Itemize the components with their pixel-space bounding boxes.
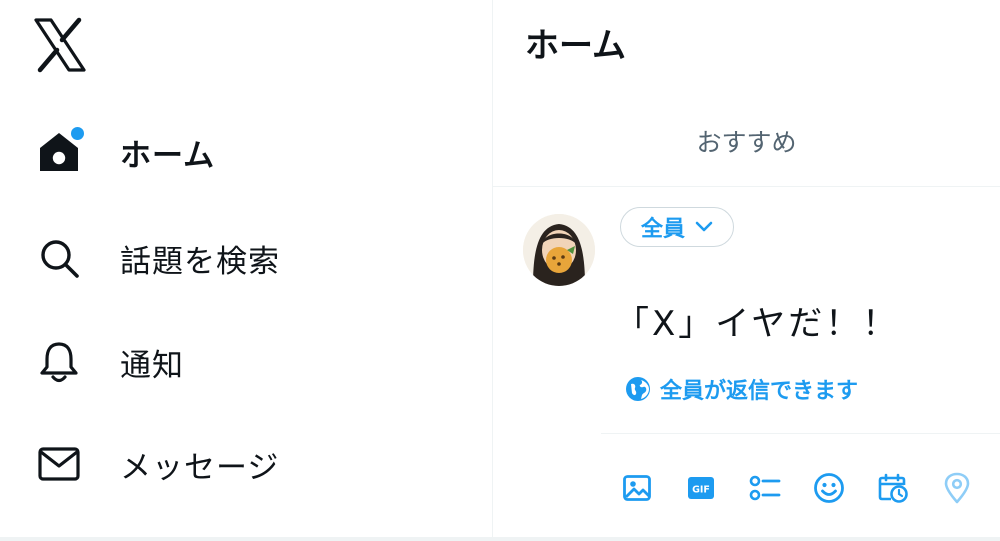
image-icon[interactable]: [619, 467, 655, 509]
reply-setting-label: 全員が返信できます: [660, 379, 859, 404]
compose-toolbar: GIF: [619, 467, 975, 509]
divider: [493, 186, 1000, 187]
chevron-down-icon: [695, 221, 713, 232]
main-column: ホーム おすすめ 全員 「X」イヤだ！！ 全員が返信できます GIF: [493, 0, 1000, 541]
tab-recommended[interactable]: おすすめ: [493, 96, 1000, 186]
sidebar-item-messages[interactable]: メッセージ: [36, 434, 279, 494]
emoji-icon[interactable]: [811, 467, 847, 509]
bell-icon: [36, 339, 82, 385]
tab-label: おすすめ: [696, 128, 797, 157]
divider: [601, 433, 1000, 434]
sidebar: ホーム 話題を検索 通知 メッセージ: [0, 0, 492, 541]
location-icon[interactable]: [939, 467, 975, 509]
globe-icon: [626, 377, 650, 401]
sidebar-item-explore[interactable]: 話題を検索: [36, 228, 280, 288]
search-icon: [36, 235, 82, 281]
svg-text:GIF: GIF: [692, 485, 710, 496]
sidebar-item-label: 通知: [120, 347, 184, 384]
reply-setting-button[interactable]: 全員が返信できます: [625, 372, 858, 406]
compose-text[interactable]: 「X」イヤだ！！: [615, 296, 899, 345]
page-title: ホーム: [525, 26, 626, 66]
audience-label: 全員: [641, 217, 686, 242]
bottom-divider: [0, 537, 1000, 541]
sidebar-item-label: メッセージ: [120, 449, 280, 486]
envelope-icon: [36, 441, 82, 487]
sidebar-item-label: 話題を検索: [120, 243, 280, 280]
x-logo-icon[interactable]: [32, 16, 88, 74]
notification-dot: [69, 125, 86, 142]
home-icon: [36, 125, 86, 175]
schedule-icon[interactable]: [875, 467, 911, 509]
gif-icon[interactable]: GIF: [683, 467, 719, 509]
sidebar-item-notifications[interactable]: 通知: [36, 332, 184, 392]
poll-icon[interactable]: [747, 467, 783, 509]
audience-selector-button[interactable]: 全員: [620, 207, 735, 247]
sidebar-item-label: ホーム: [120, 137, 216, 174]
avatar[interactable]: [523, 214, 595, 286]
sidebar-item-home[interactable]: ホーム: [36, 122, 215, 182]
